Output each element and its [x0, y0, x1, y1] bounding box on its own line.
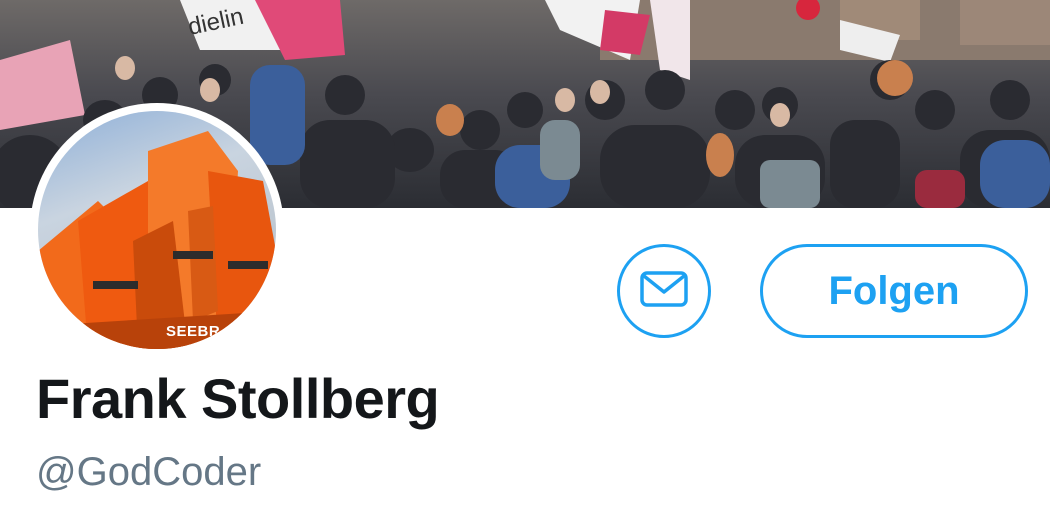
message-button[interactable]: [617, 244, 711, 338]
avatar-image: SEEBR: [38, 111, 276, 349]
envelope-icon: [640, 270, 688, 312]
avatar[interactable]: SEEBR: [30, 103, 284, 357]
follow-button[interactable]: Folgen: [760, 244, 1028, 338]
profile-handle: @GodCoder: [36, 450, 262, 494]
profile-display-name: Frank Stollberg: [36, 367, 440, 430]
life-jackets-image: [38, 131, 276, 349]
avatar-stamp-text: SEEBR: [166, 323, 221, 340]
